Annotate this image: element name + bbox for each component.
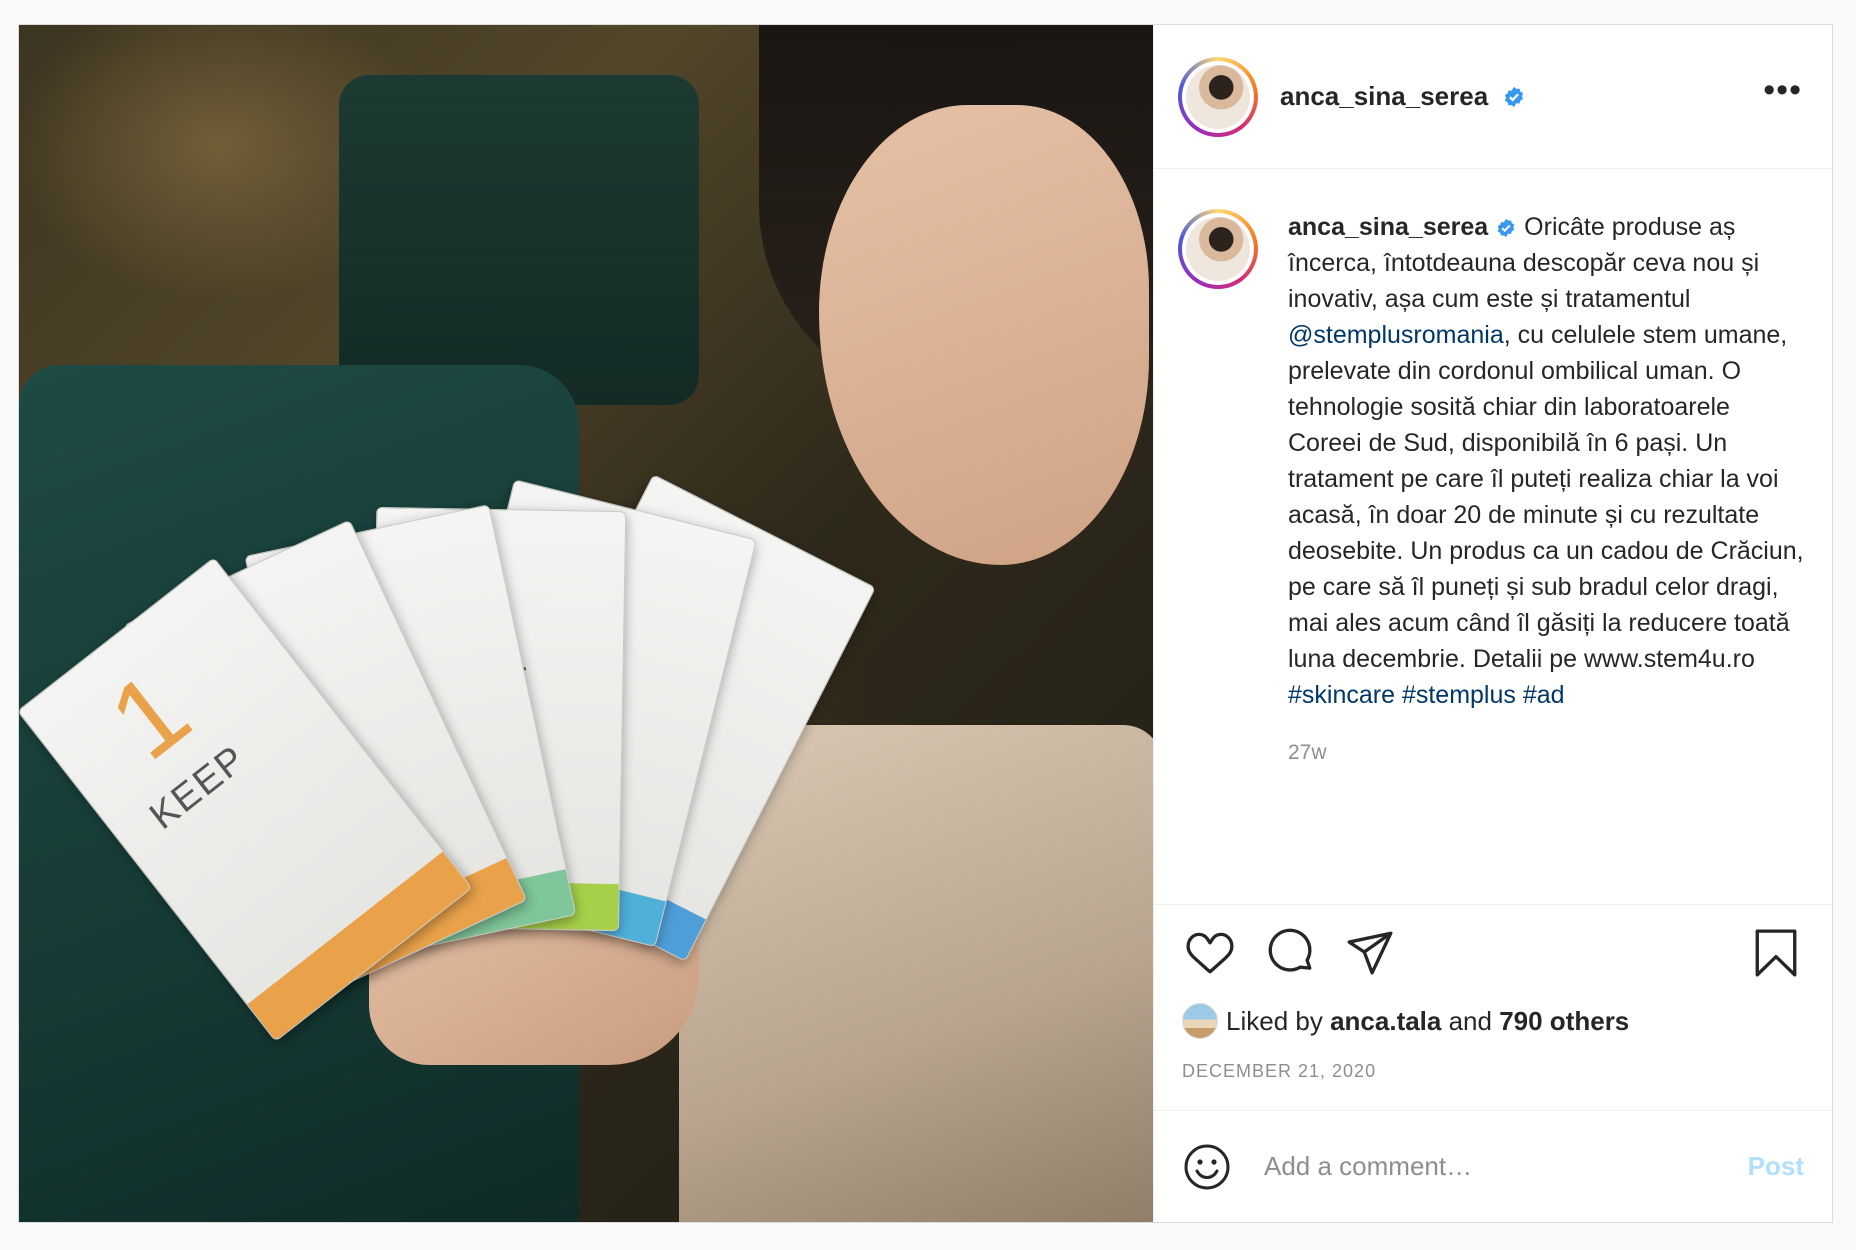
action-bar: Liked by anca.tala and 790 others DECEMB… <box>1154 904 1832 1110</box>
liked-user[interactable]: anca.tala <box>1330 1006 1441 1037</box>
username-text[interactable]: anca_sina_serea <box>1280 81 1488 111</box>
action-icons <box>1182 925 1804 981</box>
comment-bar: Post <box>1154 1110 1832 1222</box>
mention-link[interactable]: @stemplusromania <box>1288 321 1504 349</box>
instagram-post: 1KEEP2ICE3SKIN4PORE CARE5FACE6FACE anca_… <box>18 24 1833 1223</box>
liked-middle: and <box>1441 1005 1500 1036</box>
header-username[interactable]: anca_sina_serea <box>1280 81 1525 112</box>
likes-summary: Liked by anca.tala and 790 others <box>1182 1003 1804 1039</box>
share-button[interactable] <box>1342 925 1398 981</box>
post-comment-button[interactable]: Post <box>1748 1151 1804 1182</box>
post-date[interactable]: DECEMBER 21, 2020 <box>1182 1061 1804 1110</box>
woman-face <box>819 105 1149 565</box>
verified-badge-icon <box>1505 86 1524 108</box>
post-header: anca_sina_serea ••• <box>1154 25 1832 169</box>
save-button[interactable] <box>1748 925 1804 981</box>
hashtag-link[interactable]: #stemplus <box>1402 681 1516 709</box>
caption-avatar-image <box>1186 217 1250 281</box>
comment-icon <box>1268 928 1312 972</box>
hashtag-link[interactable]: #ad <box>1523 681 1565 709</box>
avatar[interactable] <box>1178 56 1258 137</box>
emoji-button[interactable] <box>1182 1142 1232 1192</box>
caption-username[interactable]: anca_sina_serea <box>1288 213 1488 241</box>
verified-badge-icon <box>1497 218 1515 238</box>
liker-avatar[interactable] <box>1182 1003 1218 1039</box>
more-options-icon[interactable]: ••• <box>1763 73 1802 121</box>
caption-area: anca_sina_serea Oricâte produse aș încer… <box>1154 169 1832 904</box>
caption-wrap: anca_sina_serea Oricâte produse aș încer… <box>1288 209 1808 904</box>
time-ago[interactable]: 27w <box>1288 741 1808 765</box>
comment-button[interactable] <box>1262 925 1318 981</box>
caption-body-2: , cu celulele stem umane, prelevate din … <box>1288 321 1804 673</box>
caption-avatar[interactable] <box>1178 209 1258 289</box>
mask-step-number: 1 <box>87 648 212 784</box>
post-photo[interactable]: 1KEEP2ICE3SKIN4PORE CARE5FACE6FACE <box>19 25 1153 1222</box>
avatar-image <box>1186 64 1250 129</box>
hashtag-link[interactable]: #skincare <box>1288 681 1395 709</box>
bookmark-icon <box>1755 929 1797 977</box>
heart-icon <box>1186 932 1234 974</box>
smiley-icon <box>1184 1144 1230 1189</box>
liked-prefix: Liked by <box>1226 1005 1331 1036</box>
like-button[interactable] <box>1182 925 1238 981</box>
background-pillow <box>339 75 699 405</box>
caption-text: anca_sina_serea Oricâte produse aș încer… <box>1288 209 1808 713</box>
liked-others[interactable]: 790 others <box>1499 1006 1629 1037</box>
post-sidebar: anca_sina_serea ••• anca_sina_serea Oric… <box>1153 25 1832 1222</box>
comment-input[interactable] <box>1264 1151 1748 1182</box>
send-icon <box>1347 931 1393 975</box>
